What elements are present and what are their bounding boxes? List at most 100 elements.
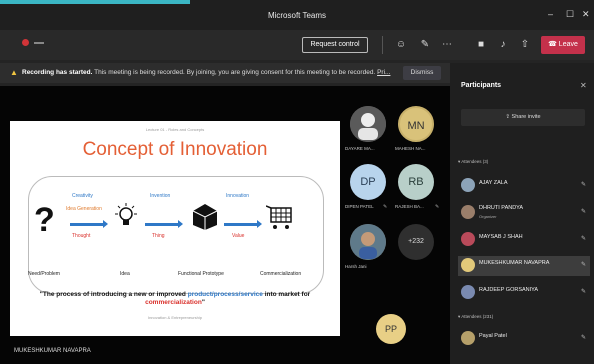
participant-tile-rb[interactable]: RB xyxy=(398,164,434,200)
recording-timer-placeholder xyxy=(34,42,44,44)
participant-row[interactable]: MAYSAB J SHAH ✎ xyxy=(458,230,590,250)
recording-banner-text: Recording has started. This meeting is b… xyxy=(22,69,390,76)
mic-off-icon: ✎ xyxy=(581,236,587,242)
dismiss-button[interactable]: Dismiss xyxy=(403,66,441,80)
quote-highlight-2: commercialization xyxy=(145,299,202,306)
participant-role: Organizer xyxy=(479,214,497,219)
window-title: Microsoft Teams xyxy=(267,11,327,20)
toolbar-divider xyxy=(382,36,383,54)
slide-caption-bottom: Innovation & Entrepreneurship xyxy=(147,315,203,320)
shared-screen-stage: Lecture 01 - Roles and Concepts Concept … xyxy=(0,86,343,364)
maximize-icon[interactable]: ☐ xyxy=(566,9,574,20)
participant-tile-dp[interactable]: DP xyxy=(350,164,386,200)
label-thing: Thing xyxy=(152,233,165,239)
minimize-icon[interactable]: – xyxy=(548,9,553,19)
slide-quote: "The process of introducing a new or imp… xyxy=(30,291,320,307)
avatar xyxy=(461,205,475,219)
slide-caption-top: Lecture 01 - Roles and Concepts xyxy=(145,127,205,132)
video-gallery: DAYARE MA... MN MAHESH NA... DP DIPEN PA… xyxy=(343,86,450,364)
mic-off-icon: ✎ xyxy=(581,182,587,188)
label-invention: Invention xyxy=(150,193,171,199)
tile-name: Harsh Jani xyxy=(345,264,367,269)
label-creativity: Creativity xyxy=(72,193,93,199)
section-label: Attendees (231) xyxy=(461,314,494,319)
quote-highlight-1: product/process/service xyxy=(187,291,263,298)
presentation-slide: Lecture 01 - Roles and Concepts Concept … xyxy=(10,121,340,336)
participant-name: Payal Patel xyxy=(479,333,507,339)
tile-name: MAHESH NA... xyxy=(395,146,426,151)
label-idea-generation: Idea Generation xyxy=(66,206,102,212)
privacy-link[interactable]: Pri... xyxy=(377,69,390,76)
share-invite-button[interactable]: ⇪ Share invite xyxy=(461,109,585,126)
leave-label: Leave xyxy=(558,41,578,48)
title-accent-strip xyxy=(0,0,190,4)
mic-off-icon: ✎ xyxy=(581,335,587,341)
participant-row[interactable]: Payal Patel ✎ xyxy=(458,329,590,349)
arrow-3 xyxy=(224,220,262,228)
mic-off-icon[interactable]: ♪ xyxy=(496,38,510,52)
participant-tile-pp[interactable]: PP xyxy=(376,314,406,344)
participant-tile-mn[interactable]: MN xyxy=(398,106,434,142)
presenter-name: MUKESHKUMAR NAVAPRA xyxy=(14,348,91,354)
tile-name: DAYARE MA... xyxy=(345,146,375,151)
shopping-cart-icon xyxy=(266,205,292,229)
banner-message: This meeting is being recorded. By joini… xyxy=(94,69,376,76)
question-mark-icon: ? xyxy=(34,201,55,239)
chat-icon[interactable]: ✎ xyxy=(418,38,432,52)
mic-off-icon: ✎ xyxy=(383,204,388,210)
mic-off-icon: ✎ xyxy=(581,289,587,295)
avatar xyxy=(461,285,475,299)
share-invite-label: Share invite xyxy=(511,114,541,120)
mic-off-icon: ✎ xyxy=(435,204,440,210)
participants-panel: Participants ✕ ⇪ Share invite ▾ Attendee… xyxy=(450,63,594,364)
more-options-icon[interactable]: ⋯ xyxy=(440,38,454,52)
participant-row[interactable]: RAJDEEP GORSANIYA ✎ xyxy=(458,283,590,303)
participant-name: AJAY ZALA xyxy=(479,180,508,186)
close-window-icon[interactable]: ✕ xyxy=(582,9,590,20)
request-control-button[interactable]: Request control xyxy=(302,37,368,53)
arrow-1 xyxy=(70,220,108,228)
participant-name: MAYSAB J SHAH xyxy=(479,234,523,240)
label-need-problem: Need/Problem xyxy=(28,271,60,277)
meeting-toolbar: Request control ☺ ✎ ⋯ ■ ♪ ⇧ ☎ Leave xyxy=(0,30,594,60)
section-header-attendees-all[interactable]: ▾ Attendees (231) xyxy=(458,314,493,320)
avatar xyxy=(461,178,475,192)
participant-name: RAJDEEP GORSANIYA xyxy=(479,287,539,293)
participant-row[interactable]: AJAY ZALA ✎ xyxy=(458,176,590,196)
label-innovation: Innovation xyxy=(226,193,250,199)
avatar-photo-icon xyxy=(350,106,386,142)
participant-photo-tile[interactable] xyxy=(350,106,386,142)
participant-row[interactable]: DHRUTI PANDYA Organizer ✎ xyxy=(458,203,590,223)
teams-window: Microsoft Teams – ☐ ✕ Request control ☺ … xyxy=(0,0,594,364)
arrow-2 xyxy=(145,220,183,228)
label-functional-prototype: Functional Prototype xyxy=(178,271,224,277)
avatar xyxy=(461,258,475,272)
leave-button[interactable]: ☎ Leave xyxy=(541,36,585,54)
avatar-photo-icon xyxy=(350,224,386,260)
lightbulb-icon xyxy=(115,203,137,225)
banner-bold: Recording has started. xyxy=(22,69,93,76)
slide-title: Concept of Innovation xyxy=(82,139,268,160)
close-panel-icon[interactable]: ✕ xyxy=(580,81,587,90)
quote-part-1: "The process of introducing a new or imp… xyxy=(39,291,186,298)
section-header-attendees[interactable]: ▾ Attendees (3) xyxy=(458,159,488,165)
title-bar: Microsoft Teams – ☐ ✕ xyxy=(0,0,594,30)
mic-off-icon: ✎ xyxy=(581,262,587,268)
camera-off-icon[interactable]: ■ xyxy=(474,38,488,52)
label-commercialization: Commercialization xyxy=(260,271,302,277)
more-participants-tile[interactable]: +232 xyxy=(398,224,434,260)
participant-name: DHRUTI PANDYA xyxy=(479,205,524,211)
avatar xyxy=(461,331,475,345)
label-thought: Thought xyxy=(72,233,91,239)
participant-photo-tile[interactable] xyxy=(350,224,386,260)
recording-indicator-icon xyxy=(22,39,29,46)
label-value: Value xyxy=(232,233,245,239)
participant-row[interactable]: MUKESHKUMAR NAVAPRA ✎ xyxy=(458,256,590,276)
recording-banner: ▲ Recording has started. This meeting is… xyxy=(0,63,450,83)
people-icon[interactable]: ☺ xyxy=(394,38,408,52)
share-tray-icon[interactable]: ⇧ xyxy=(518,38,532,52)
participant-name: MUKESHKUMAR NAVAPRA xyxy=(479,260,550,266)
warning-icon: ▲ xyxy=(10,68,18,77)
panel-title: Participants xyxy=(461,82,502,89)
mic-off-icon: ✎ xyxy=(581,209,587,215)
